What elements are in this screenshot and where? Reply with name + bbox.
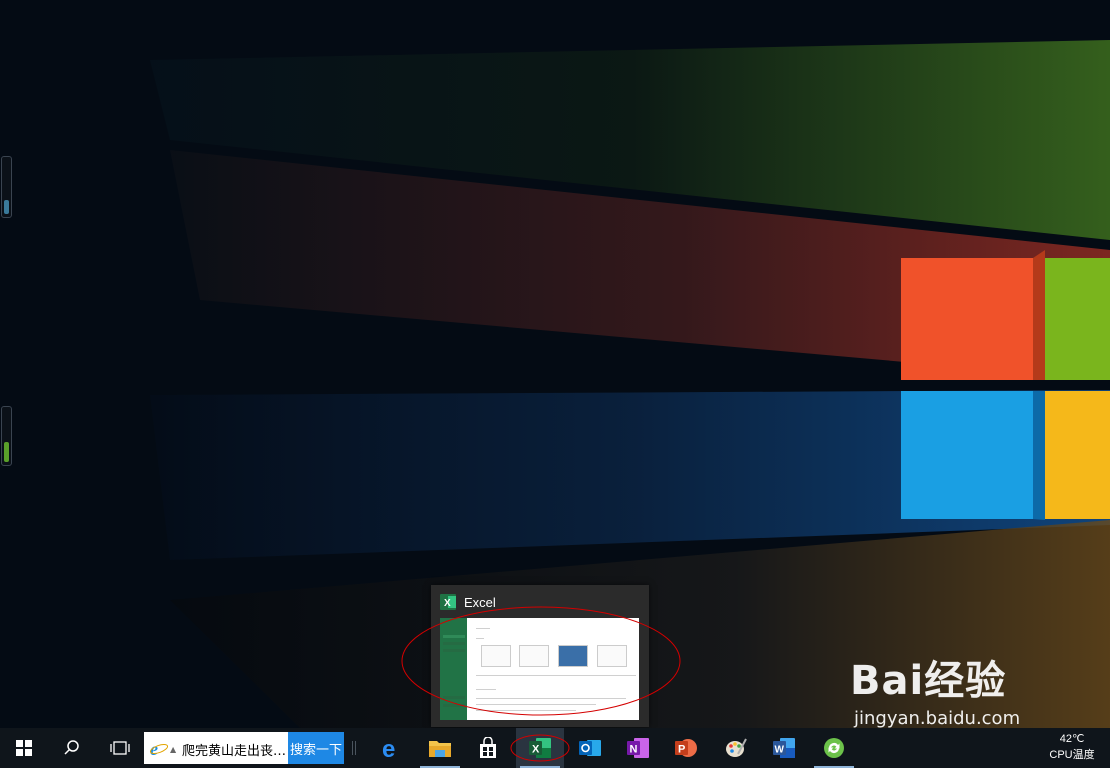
cpu-temp-label: CPU温度 bbox=[1049, 749, 1095, 761]
taskbar: e ▲ 爬完黄山走出丧… 搜索一下 e X N P W 42℃ CPU温度 bbox=[0, 728, 1110, 768]
preview-title: Excel bbox=[464, 594, 496, 610]
toolbar-search-box[interactable]: e ▲ 爬完黄山走出丧… bbox=[144, 732, 288, 764]
svg-text:e: e bbox=[382, 736, 395, 760]
powerpoint-icon: P bbox=[675, 739, 697, 757]
edge-button[interactable]: e bbox=[368, 728, 416, 768]
store-button[interactable] bbox=[464, 728, 512, 768]
dropdown-arrow-icon[interactable]: ▲ bbox=[170, 745, 176, 754]
start-button[interactable] bbox=[0, 728, 48, 768]
word-icon: W bbox=[773, 738, 795, 758]
svg-text:X: X bbox=[444, 598, 451, 609]
paint-button[interactable] bbox=[712, 728, 760, 768]
powerpoint-button[interactable]: P bbox=[662, 728, 710, 768]
edge-icon: e bbox=[382, 736, 395, 760]
cpu-temp-widget[interactable]: 42℃ CPU温度 bbox=[1040, 731, 1104, 763]
excel-highlight-ellipse bbox=[510, 734, 570, 762]
excel-window-preview[interactable]: X Excel bbox=[431, 585, 649, 727]
excel-icon: X bbox=[440, 594, 456, 610]
store-icon bbox=[480, 737, 496, 758]
preview-header: X Excel bbox=[440, 593, 496, 611]
update-icon bbox=[824, 738, 844, 758]
ie-icon: e bbox=[149, 739, 169, 757]
side-meter-top bbox=[1, 156, 12, 218]
update-app-button[interactable] bbox=[810, 728, 858, 768]
preview-thumbnail[interactable] bbox=[440, 618, 639, 720]
svg-text:P: P bbox=[678, 744, 685, 756]
windows-logo-icon bbox=[16, 740, 32, 756]
side-meter-bottom bbox=[1, 406, 12, 466]
onenote-button[interactable]: N bbox=[614, 728, 662, 768]
watermark-url: jingyan.baidu.com bbox=[854, 708, 1021, 729]
file-explorer-button[interactable] bbox=[416, 728, 464, 768]
search-icon bbox=[64, 740, 79, 755]
cortana-search-button[interactable] bbox=[48, 728, 96, 768]
task-view-button[interactable] bbox=[96, 728, 144, 768]
cpu-temp-value: 42℃ bbox=[1059, 733, 1085, 745]
toolbar-divider bbox=[352, 741, 353, 755]
word-button[interactable]: W bbox=[760, 728, 808, 768]
onenote-icon: N bbox=[627, 738, 649, 758]
outlook-button[interactable] bbox=[566, 728, 614, 768]
svg-text:N: N bbox=[630, 744, 638, 756]
outlook-icon bbox=[579, 740, 601, 756]
task-view-icon bbox=[110, 741, 130, 755]
file-explorer-icon bbox=[429, 741, 451, 757]
thumb-sidebar bbox=[440, 618, 467, 720]
search-query-text[interactable]: 爬完黄山走出丧… bbox=[182, 740, 286, 759]
toolbar-divider bbox=[355, 741, 356, 755]
search-submit-button[interactable]: 搜索一下 bbox=[288, 732, 344, 764]
paint-icon bbox=[726, 738, 747, 757]
watermark-brand: Bai经验 bbox=[850, 658, 1007, 704]
svg-text:W: W bbox=[775, 745, 785, 756]
